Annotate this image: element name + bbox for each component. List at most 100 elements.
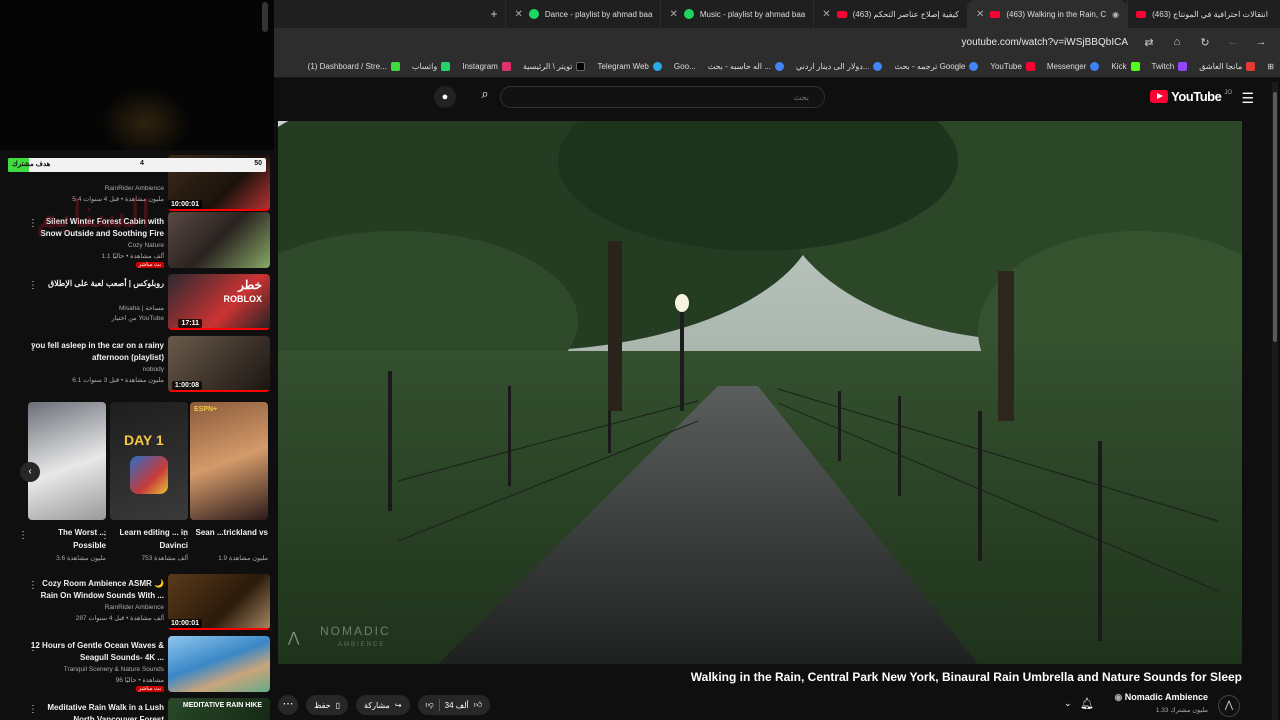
recommendation-item[interactable]: 10:00:01 Cozy Room Ambience ASMR 🌙 Rain O… (24, 574, 270, 632)
save-button[interactable]: حفظ ▯ (306, 695, 348, 715)
bookmark-item[interactable]: (1) Dashboard / Stre... (308, 62, 400, 71)
channel-name[interactable]: Misaha | مساحة (119, 304, 164, 312)
back-icon[interactable]: ← (1226, 36, 1240, 48)
recommendation-item[interactable]: 12 Hours of Gentle Ocean Waves & Seagull… (24, 636, 270, 694)
more-options-icon[interactable]: ⋮ (18, 530, 28, 541)
bookmark-item[interactable]: دولار الى دينار اردني... (796, 62, 883, 71)
google-icon (873, 62, 883, 71)
bookmark-item[interactable]: مانجا العاشق (1199, 62, 1256, 71)
bookmark-item[interactable]: واتساب (412, 62, 451, 71)
video-frame (278, 121, 1242, 664)
new-tab-button[interactable]: + (482, 7, 505, 21)
bookmark-item[interactable]: تويتر \ الرئيسية (523, 62, 586, 71)
youtube-icon (990, 10, 1001, 18)
short-item[interactable]: ESPN+ Sean ...trickland vs 1.9 مليون مشاهد… (180, 402, 268, 562)
chevron-down-icon[interactable]: ⌄ (1064, 698, 1072, 709)
webcam-bar (262, 2, 268, 32)
more-options-icon[interactable]: ⋮ (28, 580, 38, 591)
recommendation-item[interactable]: خطر ROBLOX 17:11 روبلوكس | أصعب لعبة على ال… (24, 274, 270, 332)
more-actions-button[interactable]: ⋯ (278, 695, 298, 715)
video-title[interactable]: روبلوكس | أصعب لعبة على الإطلاق (24, 278, 164, 290)
bookmark-item[interactable]: Twitch (1152, 62, 1188, 71)
google-icon (774, 62, 784, 71)
tab-1[interactable]: (463) انتقالات احترافية في المونتاج (1127, 0, 1276, 28)
video-title[interactable]: you fell asleep in the car on a rainy af… (24, 340, 164, 364)
thumbnail-text: DAY 1 (124, 432, 164, 448)
channel-name[interactable]: ◉ Nomadic Ambience (1114, 692, 1208, 703)
video-thumbnail[interactable]: MEDITATIVE RAIN HIKE (168, 698, 270, 720)
bookmark-item[interactable]: ترجمه - بحث Google (894, 62, 979, 71)
video-thumbnail[interactable] (168, 636, 270, 692)
tab-3[interactable]: ✕ (463) كيفية إصلاح عناصر التحكم (813, 0, 967, 28)
short-title[interactable]: Learn editing ... in Davinci (110, 526, 188, 552)
site-settings-icon[interactable]: ⇄ (1142, 36, 1156, 49)
more-options-icon[interactable]: ⋮ (100, 530, 110, 541)
more-options-icon[interactable]: ⋮ (28, 704, 38, 715)
home-icon[interactable]: ⌂ (1170, 36, 1184, 48)
bookmark-item[interactable]: YouTube (990, 62, 1035, 71)
bookmark-item[interactable]: Goo... (674, 62, 696, 71)
video-title[interactable]: Cozy Room Ambience ASMR 🌙 Rain On Window… (24, 578, 164, 602)
search-icon[interactable]: ⌕ (474, 86, 496, 108)
video-duration: 10:00:01 (167, 619, 202, 628)
tab-4[interactable]: ✕ Music - playlist by ahmad baa (660, 0, 813, 28)
bookmark-item[interactable]: Telegram Web (597, 62, 662, 71)
microphone-icon[interactable]: ● (434, 86, 456, 108)
channel-avatar[interactable]: ⋀ (1218, 695, 1240, 717)
search-input[interactable] (531, 90, 809, 104)
bookmark-item[interactable]: Kick (1111, 62, 1140, 71)
forward-icon[interactable]: → (1254, 36, 1268, 48)
close-tab-icon[interactable]: ✕ (822, 9, 830, 20)
recommendation-item[interactable]: MEDITATIVE RAIN HIKE Meditative Rain Walk… (24, 698, 270, 720)
bookmark-item[interactable]: Messenger (1047, 62, 1100, 71)
channel-name[interactable]: nobody (143, 366, 164, 373)
video-title: Walking in the Rain, Central Park New Yo… (690, 670, 1242, 684)
search-box[interactable] (500, 86, 825, 108)
url-field[interactable]: youtube.com/watch?v=iWSjBBQbICA (962, 37, 1128, 48)
webcam-overlay (0, 0, 274, 150)
short-title[interactable]: Sean ...trickland vs (190, 526, 268, 539)
short-item[interactable]: The Worst ... Possible 3.6 مليون مشاهدة ⋮ (18, 402, 106, 562)
tab-label: (463) كيفية إصلاح عناصر التحكم (852, 9, 959, 19)
close-tab-icon[interactable]: ✕ (514, 9, 522, 20)
bookmark-icon: ▯ (335, 700, 340, 710)
more-options-icon[interactable]: ⋮ (180, 530, 190, 541)
video-thumbnail[interactable] (168, 212, 270, 268)
short-thumbnail[interactable]: DAY 1 (110, 402, 188, 520)
tab-2-active[interactable]: ✕ (463) Walking in the Rain, C ◉ (966, 0, 1128, 28)
shorts-previous-button[interactable]: ‹ (20, 462, 40, 482)
video-player[interactable]: ⋀ NOMADIC AMBIENCE (278, 121, 1242, 664)
youtube-header: ☰ YouTube JO ⌕ ● (274, 78, 1280, 116)
apps-icon[interactable]: ⊞ (1267, 62, 1274, 71)
video-title[interactable]: Meditative Rain Walk in a Lush North Van… (24, 702, 164, 720)
bell-icon[interactable]: 🔔︎ (1080, 697, 1094, 710)
channel-name[interactable]: RainRider Ambience (105, 185, 164, 192)
reload-icon[interactable]: ↻ (1198, 36, 1212, 49)
channel-name[interactable]: Cozy Nature (128, 242, 164, 249)
short-title[interactable]: The Worst ... Possible (28, 526, 106, 552)
like-dislike-button[interactable]: 👎︎ 34 ألف 👍︎ (417, 695, 491, 715)
short-thumbnail[interactable] (28, 402, 106, 520)
video-title[interactable]: 12 Hours of Gentle Ocean Waves & Seagull… (24, 640, 164, 664)
close-tab-icon[interactable]: ✕ (976, 9, 984, 20)
short-item[interactable]: DAY 1 Learn editing ... in Davinci 753 ألف… (100, 402, 188, 562)
more-options-icon[interactable]: ⋮ (28, 280, 38, 291)
like-icon: 👍︎ (473, 700, 483, 709)
tab-5[interactable]: ✕ Dance - playlist by ahmad baa (505, 0, 660, 28)
more-options-icon[interactable]: ⋮ (28, 642, 38, 653)
channel-name[interactable]: Tranquil Scenery & Nature Sounds (64, 666, 164, 673)
channel-name[interactable]: RainRider Ambience (105, 604, 164, 611)
hamburger-menu-icon[interactable]: ☰ (1241, 90, 1254, 107)
short-thumbnail[interactable]: ESPN+ (190, 402, 268, 520)
bookmark-item[interactable]: اله حاسبه - بحث ... (708, 62, 784, 71)
recommendation-item[interactable]: 1:00:08 you fell asleep in the car on a r… (24, 336, 270, 394)
short-views: 3.6 مليون مشاهدة (56, 555, 106, 562)
share-button[interactable]: مشاركة ↪ (356, 695, 410, 715)
bookmark-item[interactable]: Instagram (462, 62, 511, 71)
tab-label: (463) Walking in the Rain, C (1006, 9, 1107, 19)
speaker-icon[interactable]: ◉ (1112, 10, 1119, 19)
youtube-logo[interactable]: YouTube JO (1150, 89, 1232, 104)
close-tab-icon[interactable]: ✕ (669, 9, 677, 20)
scrollbar-thumb[interactable] (1273, 92, 1277, 342)
more-options-icon[interactable]: ⋮ (28, 342, 38, 353)
